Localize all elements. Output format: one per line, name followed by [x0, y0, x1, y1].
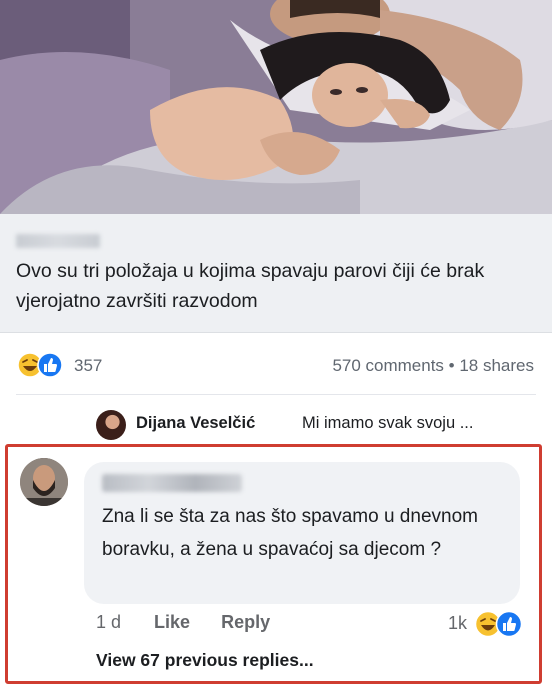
post-photo[interactable]: [0, 0, 552, 214]
bearded-man-avatar: [20, 458, 68, 506]
couple-in-bed-photo: [0, 0, 552, 214]
view-previous-replies-link[interactable]: View 67 previous replies...: [96, 650, 314, 671]
comment-text: Zna li se šta za nas što spavamo u dnevn…: [102, 506, 478, 560]
reaction-count[interactable]: 357: [74, 356, 102, 376]
comment-actions: 1 d Like Reply: [96, 612, 296, 633]
comment-reaction-count[interactable]: 1k: [448, 613, 467, 634]
commenter-name[interactable]: Dijana Veselčić: [136, 414, 255, 433]
blurred-commenter-name: [102, 474, 242, 492]
reaction-icons[interactable]: [17, 352, 65, 378]
like-button[interactable]: Like: [154, 612, 190, 633]
comment-timestamp[interactable]: 1 d: [96, 612, 121, 633]
like-icon: [37, 352, 63, 378]
avatar[interactable]: [96, 410, 126, 440]
link-headline[interactable]: Ovo su tri položaja u kojima spavaju par…: [16, 256, 536, 316]
comment-preview-text: Mi imamo svak svoju ...: [302, 414, 474, 432]
link-preview[interactable]: Ovo su tri položaja u kojima spavaju par…: [0, 214, 552, 333]
comment-preview[interactable]: Dijana Veselčić Mi imamo svak svoju ...: [96, 408, 536, 442]
reply-button[interactable]: Reply: [221, 612, 270, 633]
blurred-source-domain: [16, 234, 100, 248]
post-stats-bar: 357 570 comments • 18 shares: [0, 340, 552, 390]
comments-shares-count[interactable]: 570 comments • 18 shares: [332, 356, 534, 376]
like-icon: [495, 610, 523, 638]
avatar[interactable]: [20, 458, 68, 506]
comment-bubble: Zna li se šta za nas što spavamo u dnevn…: [84, 462, 520, 604]
comment-reaction-icons[interactable]: [474, 610, 524, 638]
divider: [16, 394, 536, 395]
